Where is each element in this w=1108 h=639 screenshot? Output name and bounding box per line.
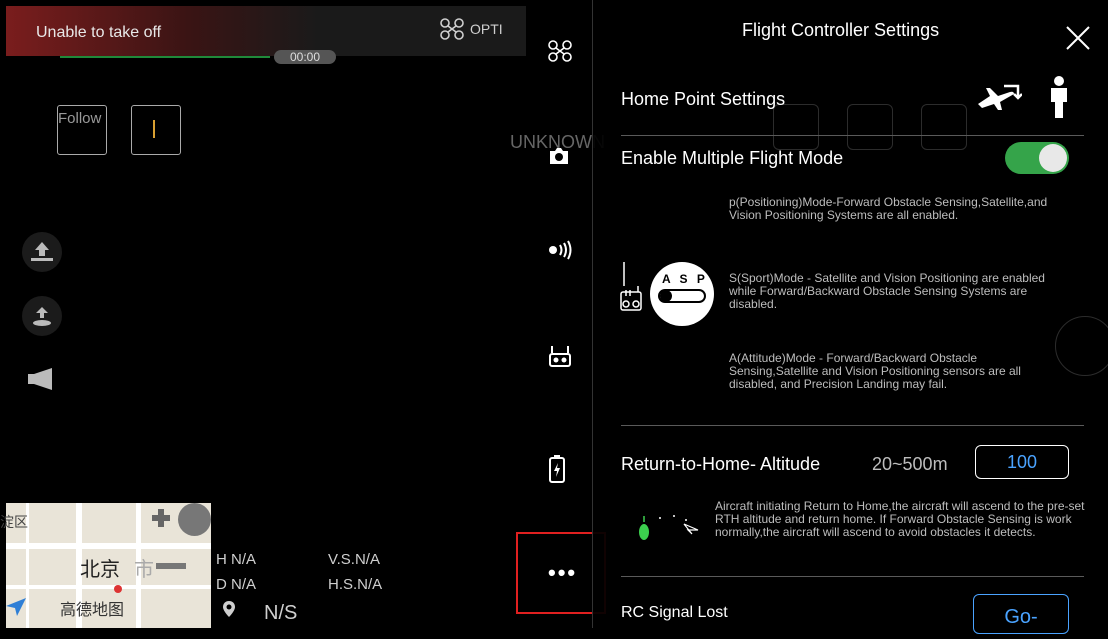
s-mode-description: S(Sport)Mode - Satellite and Vision Posi… xyxy=(729,271,1045,311)
takeoff-warning-text: Unable to take off xyxy=(36,24,162,41)
aircraft-home-icon xyxy=(976,82,1022,116)
divider xyxy=(621,576,1084,577)
rth-altitude-label: Return-to-Home- Altitude xyxy=(621,454,821,474)
map-city-label: 北京 xyxy=(80,559,120,581)
location-pin-icon xyxy=(222,600,236,623)
rc-mode-switch-icon xyxy=(620,262,642,317)
horizontal-speed-readout: H.S.N/A xyxy=(328,576,383,593)
aircraft-settings-button[interactable] xyxy=(548,40,572,62)
rth-description: Aircraft initiating Return to Home,the a… xyxy=(715,499,1085,539)
vision-mode-indicator: OPTI xyxy=(440,18,503,40)
return-home-button[interactable] xyxy=(22,296,62,336)
rc-signal-lost-action-button[interactable]: Go- xyxy=(973,594,1069,634)
home-point-aircraft-button[interactable] xyxy=(976,82,1022,116)
telemetry-line xyxy=(60,56,270,58)
home-point-settings-label: Home Point Settings xyxy=(621,89,786,109)
battery-icon xyxy=(548,454,566,484)
takeoff-icon xyxy=(29,240,55,264)
rth-altitude-range: 20~500m xyxy=(872,454,948,474)
takeoff-button[interactable] xyxy=(22,232,62,272)
speaker-icon xyxy=(26,366,56,392)
camera-settings-button[interactable] xyxy=(548,146,570,166)
map-location-marker xyxy=(114,585,122,593)
panel-title: Flight Controller Settings xyxy=(742,20,940,40)
more-icon: ••• xyxy=(548,560,578,585)
close-button[interactable] xyxy=(1064,24,1092,52)
height-readout: H N/A xyxy=(216,551,257,568)
drone-icon xyxy=(440,18,464,40)
person-icon xyxy=(1048,76,1070,118)
camera-icon xyxy=(548,146,570,166)
return-home-icon xyxy=(29,304,55,328)
ghost-control xyxy=(847,104,893,150)
p-mode-description: p(Positioning)Mode-Forward Obstacle Sens… xyxy=(729,195,1048,222)
rth-diagram-icon xyxy=(634,510,704,549)
map-district-label: 淀区 xyxy=(0,514,28,530)
remote-controller-settings-button[interactable] xyxy=(548,344,572,368)
transmission-settings-button[interactable] xyxy=(548,240,574,260)
navigation-arrow-icon xyxy=(4,596,28,623)
flight-time: 00:00 xyxy=(274,50,336,64)
battery-settings-button[interactable] xyxy=(548,454,566,484)
toggle-knob xyxy=(1039,144,1067,172)
intelligent-mode-button[interactable] xyxy=(131,105,181,155)
home-point-pilot-button[interactable] xyxy=(1048,76,1070,118)
map-brand-label: 高德地图 xyxy=(60,602,125,619)
divider xyxy=(621,425,1084,426)
close-icon xyxy=(1064,24,1092,52)
mode-switch-knob xyxy=(660,290,672,302)
transmission-icon xyxy=(548,240,574,260)
rc-signal-lost-label: RC Signal Lost xyxy=(621,604,728,621)
follow-mode-label: Follow xyxy=(58,110,102,127)
ghost-control xyxy=(773,104,819,150)
remote-controller-icon xyxy=(548,344,572,368)
rth-altitude-input[interactable]: 100 xyxy=(975,445,1069,479)
heading-readout: N/S xyxy=(264,602,298,624)
multiple-flight-mode-label: Enable Multiple Flight Mode xyxy=(621,148,844,168)
map-city-suffix: 市 xyxy=(134,559,154,581)
speaker-button[interactable] xyxy=(26,366,56,392)
distance-readout: D N/A xyxy=(216,576,257,593)
vertical-speed-readout: V.S.N/A xyxy=(328,551,380,568)
intelligent-mode-indicator xyxy=(153,120,155,138)
drone-icon xyxy=(548,40,572,62)
divider xyxy=(621,135,1084,136)
a-mode-description: A(Attitude)Mode - Forward/Backward Obsta… xyxy=(729,351,1021,391)
vision-mode-label: OPTI xyxy=(470,21,503,37)
ghost-control xyxy=(921,104,967,150)
asp-label: A S P xyxy=(662,272,708,286)
